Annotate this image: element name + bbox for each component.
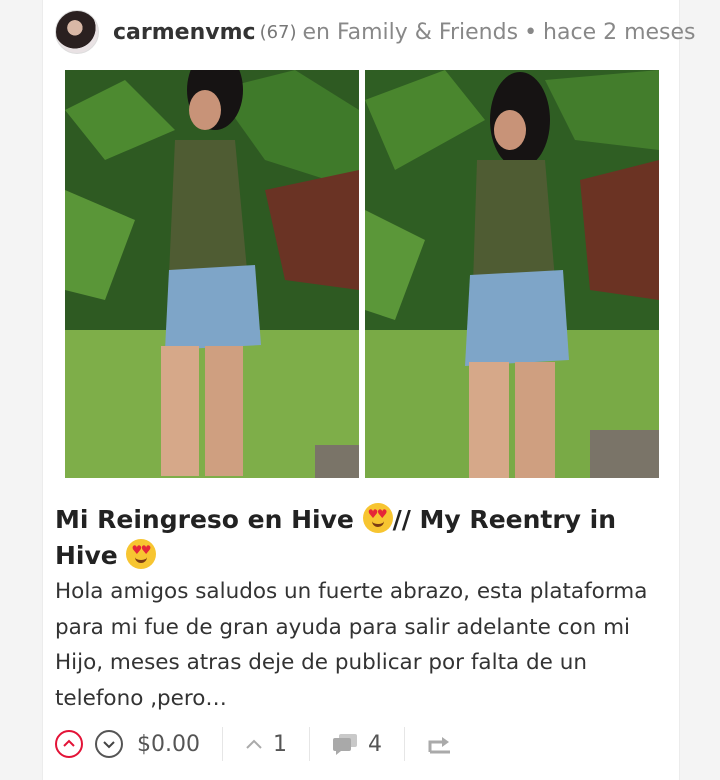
post-excerpt[interactable]: Hola amigos saludos un fuerte abrazo, es… [55, 574, 665, 716]
post-title[interactable]: Mi Reingreso en Hive // My Reentry in Hi… [55, 502, 655, 574]
author-reputation: (67) [259, 21, 297, 43]
heart-eyes-emoji-icon [362, 503, 393, 533]
comments-value: 4 [367, 731, 382, 757]
community-prefix: en [302, 19, 330, 45]
chevron-up-icon [246, 739, 262, 749]
post-footer: $0.00 1 4 [55, 724, 667, 764]
author-name[interactable]: carmenvmc [113, 20, 256, 45]
downvote-icon[interactable] [95, 730, 123, 758]
post-thumbnail[interactable] [65, 70, 659, 478]
avatar[interactable] [55, 10, 99, 54]
votes-value: 1 [272, 731, 287, 757]
heart-eyes-emoji-icon [126, 539, 157, 569]
photo-right [365, 70, 659, 478]
community-link[interactable]: Family & Friends [337, 20, 518, 45]
post-card: carmenvmc (67) en Family & Friends • hac… [42, 0, 696, 780]
post-timestamp[interactable]: hace 2 meses [543, 20, 695, 45]
divider [308, 727, 310, 761]
payout-value[interactable]: $0.00 [137, 732, 200, 757]
comments-count[interactable]: 4 [332, 732, 382, 757]
divider [403, 727, 405, 761]
reblog-button[interactable] [427, 734, 453, 754]
comments-icon [332, 734, 357, 755]
divider [221, 727, 223, 761]
post-header: carmenvmc (67) en Family & Friends • hac… [55, 10, 696, 54]
title-part1: Mi Reingreso en Hive [55, 505, 354, 534]
votes-count[interactable]: 1 [245, 732, 287, 757]
upvote-icon[interactable] [55, 730, 83, 758]
reblog-icon [428, 737, 450, 754]
separator: • [524, 19, 538, 45]
photo-left [65, 70, 359, 478]
